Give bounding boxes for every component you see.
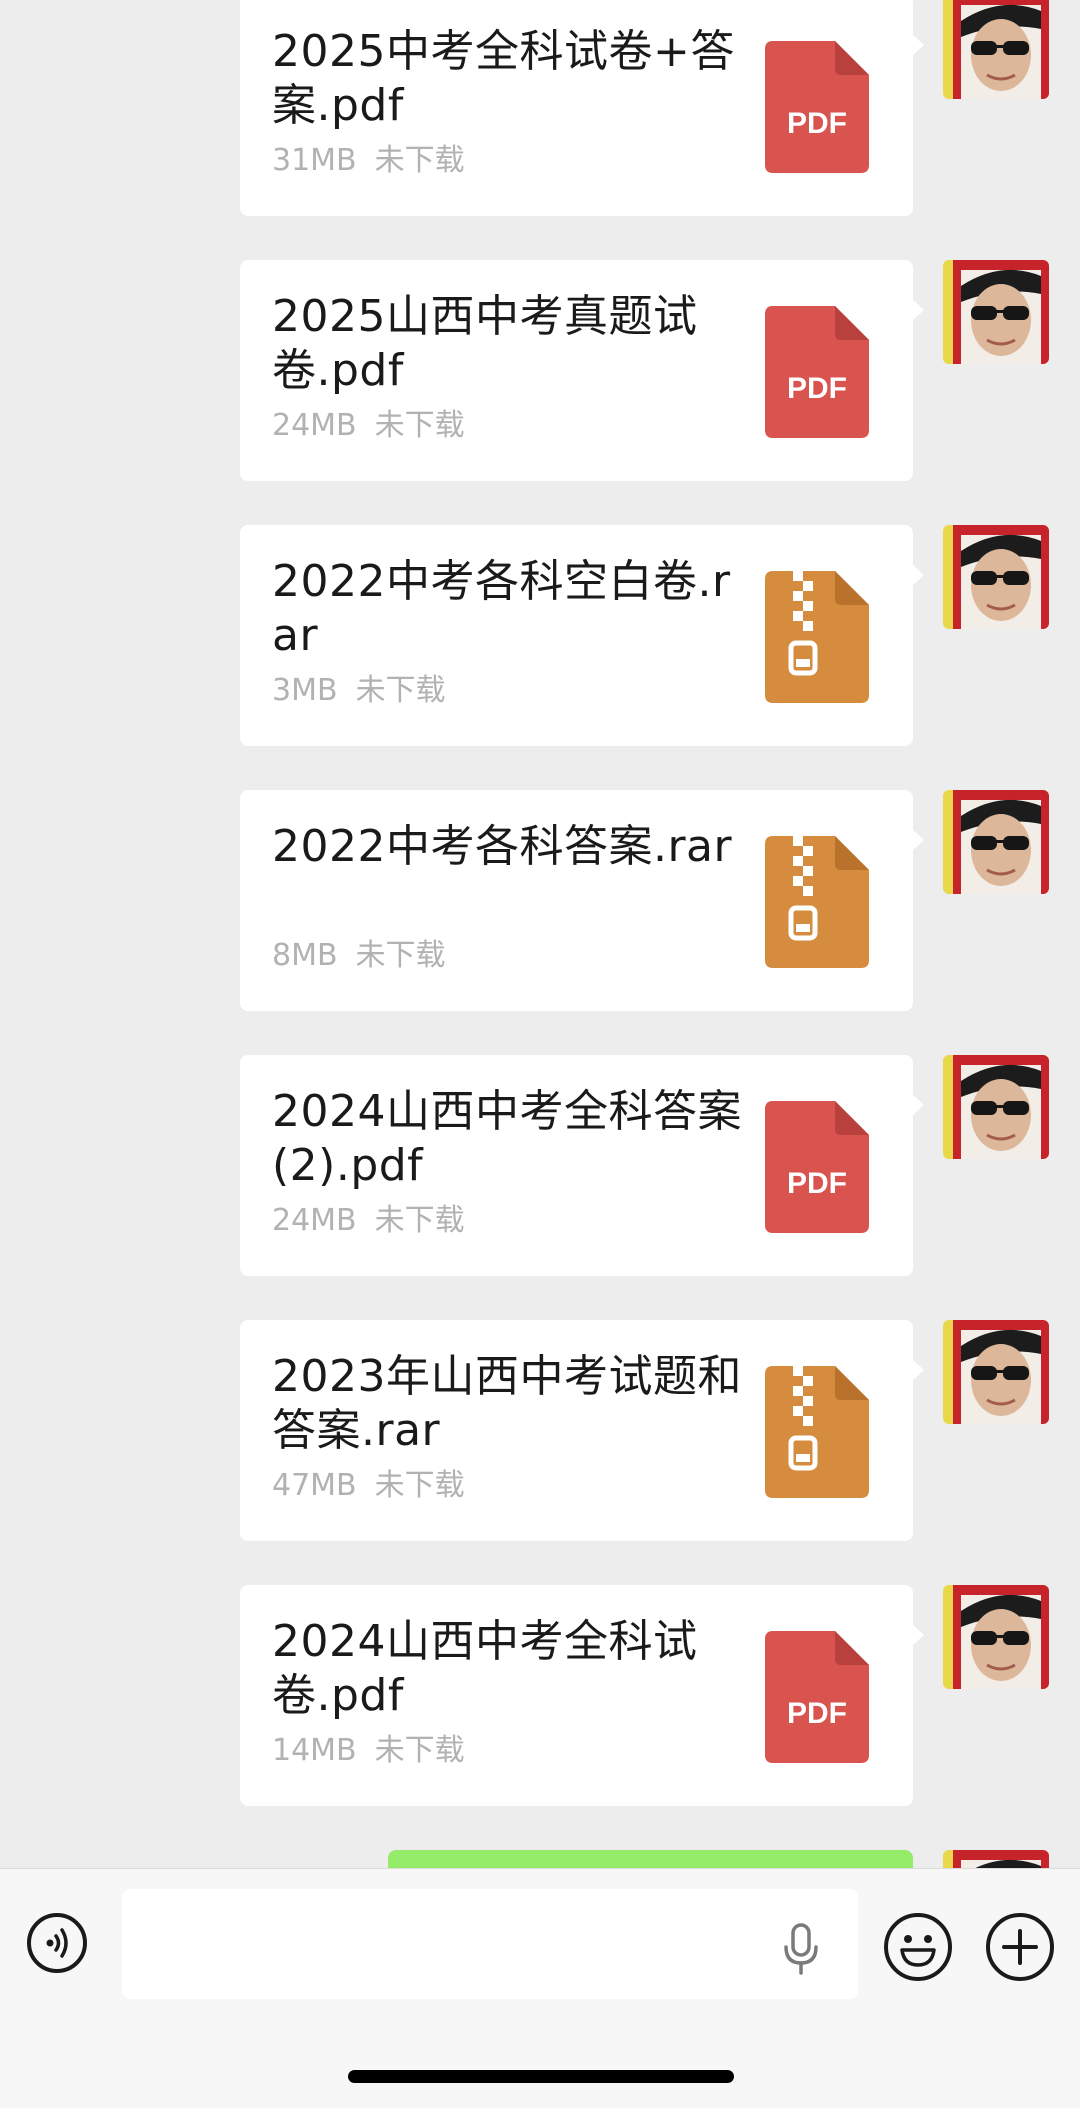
- avatar[interactable]: [943, 1850, 1049, 1868]
- download-status: 未下载: [374, 408, 465, 443]
- pdf-file-icon: PDF: [765, 1101, 869, 1233]
- file-name: 2024山西中考全科试卷.pdf: [272, 1616, 698, 1721]
- avatar[interactable]: [943, 525, 1049, 629]
- bubble-tail: [913, 300, 924, 320]
- avatar[interactable]: [943, 1585, 1049, 1689]
- file-name: 2022中考各科空白卷.rar: [272, 556, 731, 661]
- file-size: 8MB: [272, 938, 338, 973]
- bubble-tail: [913, 1095, 924, 1115]
- bubble-tail: [913, 1625, 924, 1645]
- file-meta: 14MB 未下载: [272, 1731, 465, 1771]
- plus-icon: [1002, 1929, 1038, 1965]
- file-message: 2023年山西中考试题和答案.rar 47MB 未下载: [0, 1320, 1080, 1541]
- file-message: 2024山西中考全科答案 (2).pdf 24MB 未下载 PDF: [0, 1055, 1080, 1276]
- download-status: 未下载: [374, 1203, 465, 1238]
- file-size: 24MB: [272, 408, 357, 443]
- home-indicator[interactable]: [348, 2070, 734, 2083]
- pdf-file-icon: PDF: [765, 306, 869, 438]
- file-size: 24MB: [272, 1203, 357, 1238]
- download-status: 未下载: [374, 1733, 465, 1768]
- sent-text-bubble[interactable]: [388, 1850, 913, 1868]
- bubble-tail: [913, 830, 924, 850]
- voice-toggle-icon: [46, 1928, 68, 1958]
- avatar[interactable]: [943, 1055, 1049, 1159]
- file-meta: 8MB 未下载: [272, 936, 446, 976]
- file-card[interactable]: 2024山西中考全科试卷.pdf 14MB 未下载 PDF: [240, 1585, 913, 1806]
- file-card[interactable]: 2023年山西中考试题和答案.rar 47MB 未下载: [240, 1320, 913, 1541]
- file-message: 2022中考各科答案.rar 8MB 未下载: [0, 790, 1080, 1011]
- pdf-file-icon: PDF: [765, 41, 869, 173]
- file-size: 14MB: [272, 1733, 357, 1768]
- bubble-tail: [913, 1360, 924, 1380]
- file-size: 31MB: [272, 143, 357, 178]
- download-status: 未下载: [374, 143, 465, 178]
- message-input[interactable]: [122, 1889, 858, 1999]
- file-card[interactable]: 2022中考各科空白卷.rar 3MB 未下载: [240, 525, 913, 746]
- file-name: 2022中考各科答案.rar: [272, 821, 733, 872]
- file-meta: 31MB 未下载: [272, 141, 465, 181]
- svg-text:PDF: PDF: [787, 372, 847, 405]
- avatar[interactable]: [943, 0, 1049, 99]
- file-name: 2023年山西中考试题和答案.rar: [272, 1351, 742, 1456]
- file-card[interactable]: 2022中考各科答案.rar 8MB 未下载: [240, 790, 913, 1011]
- file-name: 2025中考全科试卷+答案.pdf: [272, 26, 735, 131]
- file-card[interactable]: 2025中考全科试卷+答案.pdf 31MB 未下载 PDF: [240, 0, 913, 216]
- voice-toggle-button[interactable]: [27, 1913, 87, 1973]
- file-name: 2025山西中考真题试卷.pdf: [272, 291, 698, 396]
- emoji-button[interactable]: [884, 1913, 952, 1981]
- pdf-file-icon: PDF: [765, 1631, 869, 1763]
- file-size: 3MB: [272, 673, 338, 708]
- chat-message-list[interactable]: 2025中考全科试卷+答案.pdf 31MB 未下载 PDF 2025山西中考真…: [0, 0, 1080, 1868]
- bubble-tail: [913, 35, 924, 55]
- file-message: 2025山西中考真题试卷.pdf 24MB 未下载 PDF: [0, 260, 1080, 481]
- microphone-icon[interactable]: [781, 1921, 821, 1977]
- download-status: 未下载: [355, 673, 446, 708]
- svg-text:PDF: PDF: [787, 107, 847, 140]
- avatar[interactable]: [943, 260, 1049, 364]
- bubble-tail: [913, 565, 924, 585]
- zip-archive-icon: [765, 571, 869, 703]
- more-actions-button[interactable]: [986, 1913, 1054, 1981]
- avatar[interactable]: [943, 790, 1049, 894]
- file-name: 2024山西中考全科答案 (2).pdf: [272, 1086, 742, 1191]
- file-meta: 24MB 未下载: [272, 1201, 465, 1241]
- svg-text:PDF: PDF: [787, 1167, 847, 1200]
- file-meta: 24MB 未下载: [272, 406, 465, 446]
- file-meta: 3MB 未下载: [272, 671, 446, 711]
- emoji-icon: [900, 1935, 936, 1967]
- file-meta: 47MB 未下载: [272, 1466, 465, 1506]
- file-message: 2025中考全科试卷+答案.pdf 31MB 未下载 PDF: [0, 0, 1080, 216]
- file-size: 47MB: [272, 1468, 357, 1503]
- download-status: 未下载: [374, 1468, 465, 1503]
- file-message: 2024山西中考全科试卷.pdf 14MB 未下载 PDF: [0, 1585, 1080, 1806]
- zip-archive-icon: [765, 836, 869, 968]
- file-card[interactable]: 2024山西中考全科答案 (2).pdf 24MB 未下载 PDF: [240, 1055, 913, 1276]
- download-status: 未下载: [355, 938, 446, 973]
- file-message: 2022中考各科空白卷.rar 3MB 未下载: [0, 525, 1080, 746]
- file-card[interactable]: 2025山西中考真题试卷.pdf 24MB 未下载 PDF: [240, 260, 913, 481]
- zip-archive-icon: [765, 1366, 869, 1498]
- avatar[interactable]: [943, 1320, 1049, 1424]
- svg-text:PDF: PDF: [787, 1697, 847, 1730]
